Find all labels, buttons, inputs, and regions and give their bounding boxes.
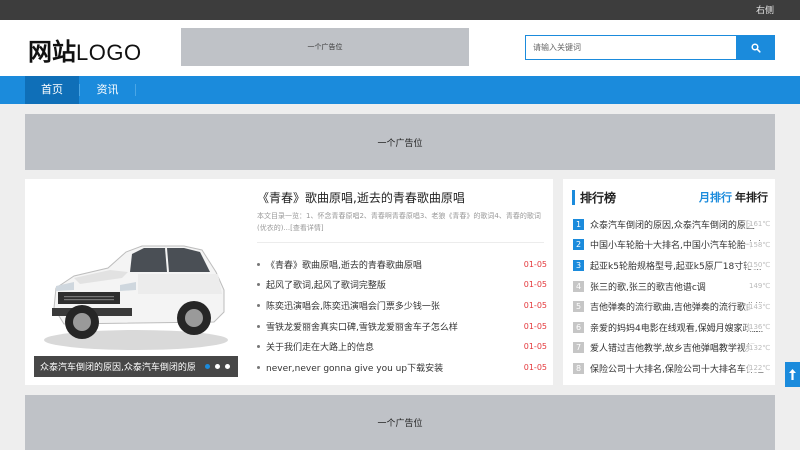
news-date: 01-05 [523,362,547,372]
rank-title: 亲爱的妈妈4电影在线观看,保姆月嫂家政服务 [590,323,765,334]
topbar-right-link[interactable]: 右侧 [756,3,774,16]
featured-article-summary: 本文目录一览：1、怀念青春原唱2、青春啊青春原唱3、老狼《青春》的歌词4、青春的… [257,210,545,234]
rank-title: 张三的歌,张三的歌吉他谱c调 [590,282,706,293]
rank-title: 起亚k5轮胎规格型号,起亚k5原厂18寸轮毂 [590,261,762,272]
list-item[interactable]: 陈奕迅演唱会,陈奕迅演唱会门票多少钱一张 01-05 [255,295,547,316]
news-date: 01-05 [523,300,547,310]
ranking-item[interactable]: 2 中国小车轮胎十大排名,中国小汽车轮胎十大 158℃ [573,235,775,256]
slider-dot[interactable] [205,364,210,369]
rank-title: 吉他弹奏的流行歌曲,吉他弹奏的流行歌曲推荐 [590,303,765,314]
ranking-item[interactable]: 1 众泰汽车倒闭的原因,众泰汽车倒闭的原因 161℃ [573,214,775,235]
arrow-up-icon [789,369,796,380]
rank-views: 158℃ [743,240,771,249]
slider-caption-text: 众泰汽车倒闭的原因,众泰汽车倒闭的原 [40,363,195,373]
list-item[interactable]: 《青春》歌曲原唱,逝去的青春歌曲原唱 01-05 [255,254,547,275]
bullet-icon [257,365,260,369]
featured-card: 众泰汽车倒闭的原因,众泰汽车倒闭的原 《青春》歌曲原唱,逝去的青春歌曲原唱 本文… [25,179,553,385]
read-more-link[interactable]: [查看详情] [290,224,323,232]
ranking-list: 1 众泰汽车倒闭的原因,众泰汽车倒闭的原因 161℃ 2 中国小车轮胎十大排名,中国小… [573,214,775,379]
bullet-icon [257,283,260,287]
ranking-card: 排行榜 月排行 年排行 1 众泰汽车倒闭的原因,众泰汽车倒闭的原因 161℃ 2 中国… [563,179,775,385]
nav-item-home[interactable]: 首页 [25,76,79,104]
site-header: 网站 LOGO 一个广告位 [0,20,800,76]
rank-views: 132℃ [743,343,771,352]
ranking-item[interactable]: 6 亲爱的妈妈4电影在线观看,保姆月嫂家政服务 136℃ [573,317,775,338]
list-item[interactable]: 起风了歌词,起风了歌词完整版 01-05 [255,275,547,296]
ranking-item[interactable]: 3 起亚k5轮胎规格型号,起亚k5原厂18寸轮毂 150℃ [573,255,775,276]
news-title: 起风了歌词,起风了歌词完整版 [266,281,386,292]
bullet-icon [257,345,260,349]
rank-number: 7 [573,342,584,354]
car-image [44,245,228,350]
rank-title: 中国小车轮胎十大排名,中国小汽车轮胎十大 [590,241,764,252]
nav-item-news[interactable]: 资讯 [80,76,135,104]
rank-number: 2 [573,239,584,251]
list-item[interactable]: 雪铁龙爱丽舍真实口碑,雪铁龙爱丽舍车子怎么样 01-05 [255,316,547,337]
rank-views: 143℃ [743,302,771,311]
ranking-item[interactable]: 4 张三的歌,张三的歌吉他谱c调 149℃ [573,276,775,297]
tab-monthly[interactable]: 月排行 [699,189,732,205]
bullet-icon [257,262,260,266]
rank-number: 4 [573,280,584,292]
featured-article-title[interactable]: 《青春》歌曲原唱,逝去的青春歌曲原唱 [257,189,465,206]
ranking-item[interactable]: 5 吉他弹奏的流行歌曲,吉他弹奏的流行歌曲推荐 143℃ [573,296,775,317]
rank-number: 5 [573,301,584,313]
rank-title: 保险公司十大排名,保险公司十大排名车保险 [590,364,764,375]
slider-dot[interactable] [225,364,230,369]
rank-views: 150℃ [743,261,771,270]
tab-yearly[interactable]: 年排行 [735,189,768,205]
news-date: 01-05 [523,259,547,269]
ranking-accent-bar [572,190,575,205]
news-date: 01-05 [523,321,547,331]
rank-views: 161℃ [743,220,771,229]
bullet-icon [257,303,260,307]
list-item[interactable]: 关于我们走在大路上的信息 01-05 [255,336,547,357]
divider [257,242,544,243]
header-ad-text: 一个广告位 [307,43,343,51]
news-title: 陈奕迅演唱会,陈奕迅演唱会门票多少钱一张 [266,301,440,312]
rank-title: 众泰汽车倒闭的原因,众泰汽车倒闭的原因 [590,220,755,231]
rank-number: 6 [573,321,584,333]
list-item[interactable]: never,never gonna give you up下载安装 01-05 [255,357,547,378]
slider-dot[interactable] [215,364,220,369]
news-title: 《青春》歌曲原唱,逝去的青春歌曲原唱 [266,260,422,271]
search-button[interactable] [736,35,775,60]
rank-views: 122℃ [743,364,771,373]
rank-number: 8 [573,362,584,374]
ranking-title: 排行榜 [580,191,617,205]
nav-divider [135,84,136,96]
main-nav: 首页 资讯 [0,76,800,104]
rank-views: 136℃ [743,323,771,332]
top-bar: 右侧 [0,0,800,20]
news-title: never,never gonna give you up下载安装 [266,363,444,374]
news-title: 雪铁龙爱丽舍真实口碑,雪铁龙爱丽舍车子怎么样 [266,322,458,333]
search-input[interactable] [525,35,736,60]
slider-dots [205,364,230,369]
ad-banner-bottom[interactable]: 一个广告位 [25,395,775,450]
ad-banner-text: 一个广告位 [377,419,423,429]
search-box [525,35,775,60]
rank-title: 爱人错过吉他教学,故乡吉他弹唱教学视频 [590,344,755,355]
logo-cn-text: 网站 [28,38,76,66]
rank-number: 3 [573,259,584,271]
logo-en-text: LOGO [76,40,142,65]
rank-number: 1 [573,218,584,230]
ranking-item[interactable]: 7 爱人错过吉他教学,故乡吉他弹唱教学视频 132℃ [573,338,775,359]
ad-banner-text: 一个广告位 [377,138,423,149]
slider-caption[interactable]: 众泰汽车倒闭的原因,众泰汽车倒闭的原 [34,356,238,377]
news-date: 01-05 [523,342,547,352]
back-to-top-button[interactable] [785,362,800,387]
search-icon [750,42,761,53]
site-logo[interactable]: 网站 LOGO [28,32,142,66]
news-list: 《青春》歌曲原唱,逝去的青春歌曲原唱 01-05 起风了歌词,起风了歌词完整版 01… [255,254,547,378]
news-title: 关于我们走在大路上的信息 [266,343,375,354]
ranking-item[interactable]: 8 保险公司十大排名,保险公司十大排名车保险 122℃ [573,358,775,379]
news-date: 01-05 [523,280,547,290]
image-slider[interactable]: 众泰汽车倒闭的原因,众泰汽车倒闭的原 [34,190,238,377]
rank-views: 149℃ [743,282,771,291]
bullet-icon [257,324,260,328]
ad-banner-top[interactable]: 一个广告位 [25,114,775,170]
header-ad-slot[interactable]: 一个广告位 [181,28,469,66]
